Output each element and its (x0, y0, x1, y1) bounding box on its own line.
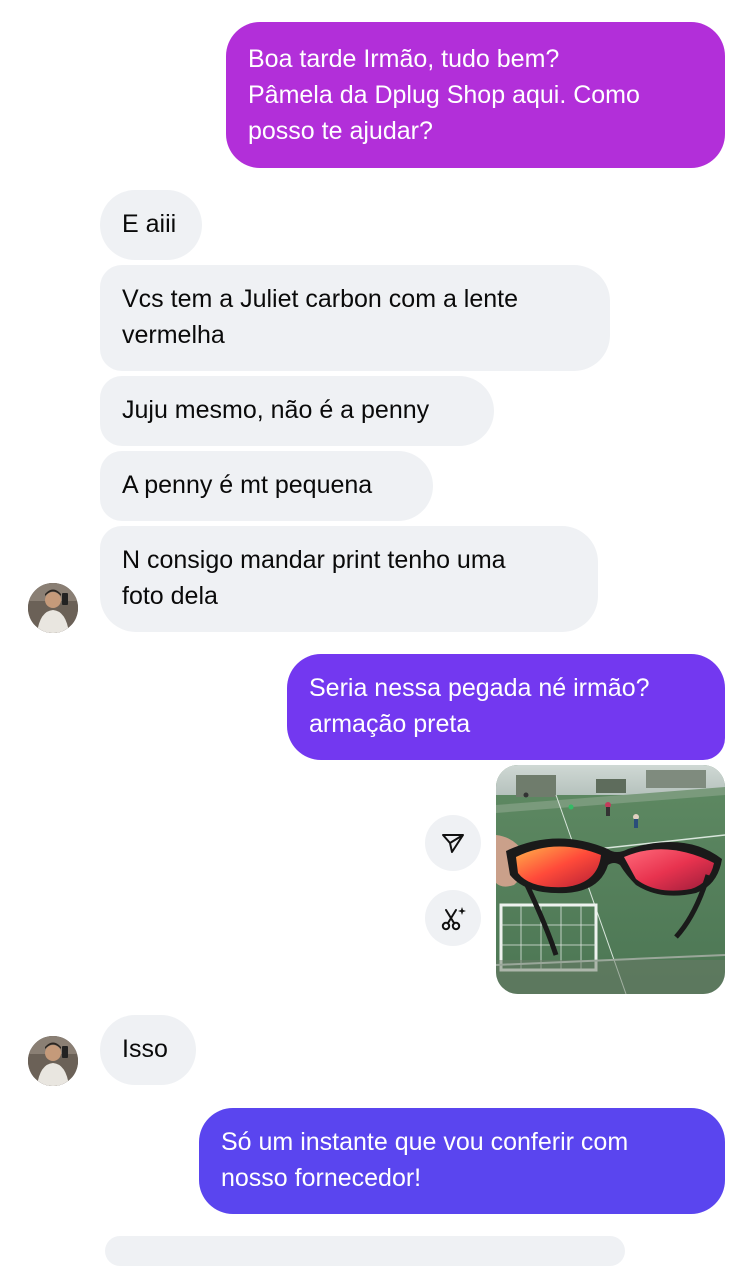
message-line: N consigo mandar print tenho uma (122, 546, 506, 574)
message-bubble-incoming[interactable]: N consigo mandar print tenho uma foto de… (100, 526, 598, 632)
message-line: armação preta (309, 710, 471, 738)
sunglasses-photo-message[interactable] (496, 765, 725, 994)
ai-edit-icon (441, 907, 466, 931)
sunglasses-photo (496, 765, 725, 994)
message-line: Vcs tem a Juliet carbon com a lente (122, 285, 519, 313)
message-line: Juju mesmo, não é a penny (122, 396, 430, 424)
message-line: Seria nessa pegada né irmão? (309, 674, 650, 702)
message-bubble-incoming[interactable]: Vcs tem a Juliet carbon com a lente verm… (100, 265, 610, 371)
message-bubble-outgoing[interactable]: Seria nessa pegada né irmão? armação pre… (287, 654, 725, 760)
message-line: Boa tarde Irmão, tudo bem? (248, 45, 560, 73)
message-line: vermelha (122, 321, 225, 349)
contact-avatar[interactable] (28, 583, 78, 633)
message-line: Pâmela da Dplug Shop aqui. Como (248, 81, 640, 109)
avatar-photo (28, 583, 78, 633)
message-bubble-incoming[interactable]: A penny é mt pequena (100, 451, 433, 521)
avatar-photo (28, 1036, 78, 1086)
ai-edit-button[interactable] (425, 890, 481, 946)
message-line: Só um instante que vou conferir com (221, 1128, 629, 1156)
message-bubble-outgoing[interactable]: Só um instante que vou conferir com noss… (199, 1108, 725, 1214)
message-line: posso te ajudar? (248, 117, 433, 145)
message-bubble-incoming[interactable]: Isso (100, 1015, 196, 1085)
message-line: nosso fornecedor! (221, 1164, 422, 1192)
share-button[interactable] (425, 815, 481, 871)
contact-avatar[interactable] (28, 1036, 78, 1086)
message-line: A penny é mt pequena (122, 471, 373, 499)
message-bubble-outgoing[interactable]: Boa tarde Irmão, tudo bem? Pâmela da Dpl… (226, 22, 725, 168)
message-bubble-incoming[interactable]: Juju mesmo, não é a penny (100, 376, 494, 446)
message-bubble-incoming[interactable]: E aiii (100, 190, 202, 260)
message-bubble-partial (105, 1236, 625, 1266)
message-line: Isso (122, 1035, 168, 1063)
message-line: foto dela (122, 582, 218, 610)
share-icon (442, 834, 464, 853)
message-line: E aiii (122, 210, 177, 238)
